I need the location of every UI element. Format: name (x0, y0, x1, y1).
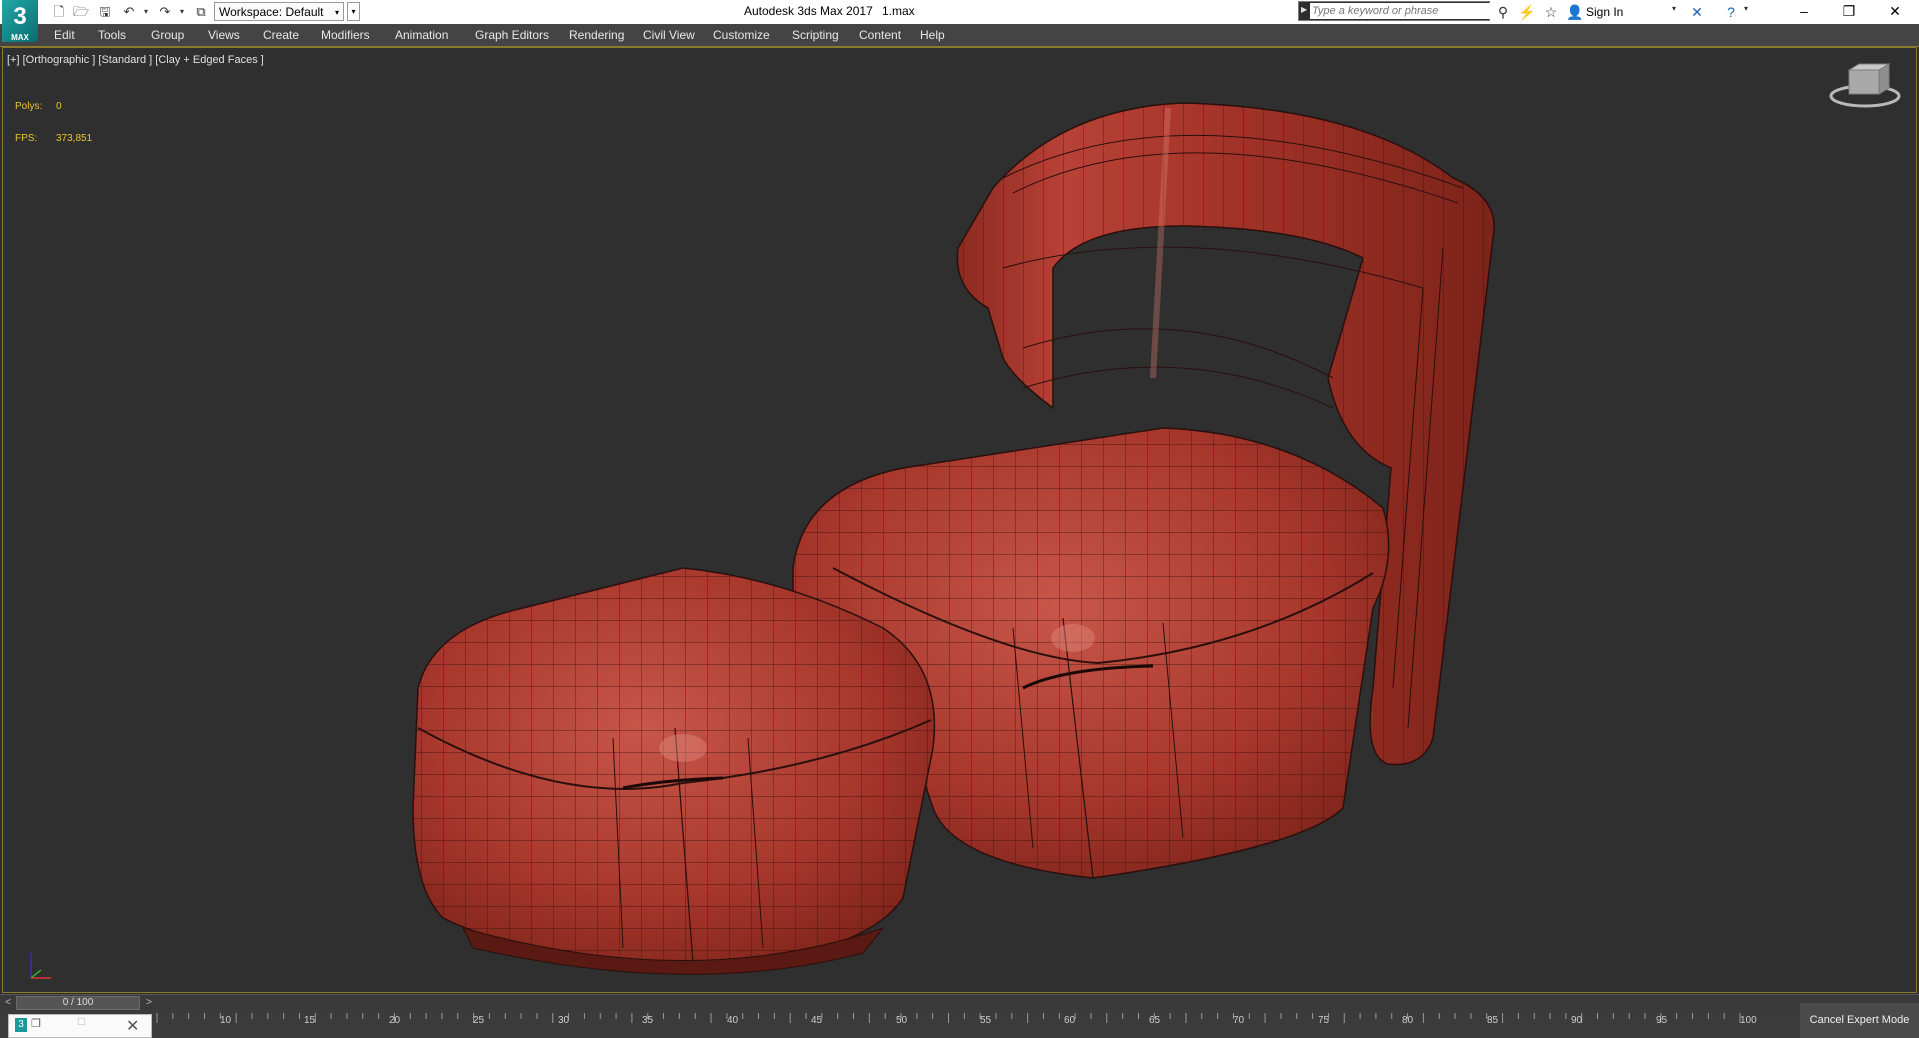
close-icon[interactable]: ✕ (1872, 0, 1918, 24)
tick-label: 90 (1571, 1015, 1583, 1026)
menu-create[interactable]: Create (263, 28, 299, 42)
app-logo-text: 3 (13, 3, 27, 30)
user-icon[interactable]: 👤 (1566, 3, 1584, 21)
time-slider-prev-button[interactable]: < (1, 996, 15, 1010)
help-icon[interactable]: ? (1722, 3, 1740, 21)
time-slider[interactable]: < 0 / 100 > (0, 994, 1919, 1011)
frame-counter: 0 / 100 (62, 997, 94, 1008)
restore-icon[interactable]: ❐ (1826, 0, 1872, 24)
title-bar: 3 MAX 🗋 🗁 🖫 ↶ ▾ ↷ ▾ ⧉ Workspace: Default… (0, 0, 1919, 42)
tick-label: 60 (1064, 1015, 1076, 1026)
help-dropdown-icon[interactable]: ▾ (1744, 4, 1748, 13)
window-title: Autodesk 3ds Max 2017 (744, 4, 873, 18)
menu-graph-editors[interactable]: Graph Editors (475, 28, 549, 42)
viewcube-icon[interactable] (1829, 63, 1901, 108)
tick-label: 65 (1149, 1015, 1161, 1026)
axis-tripod-icon (30, 953, 51, 979)
tick-label: 30 (558, 1015, 570, 1026)
redo-dropdown-icon[interactable]: ▾ (178, 3, 186, 21)
tick-label: 70 (1233, 1015, 1245, 1026)
tick-label: 85 (1487, 1015, 1499, 1026)
tick-label: 95 (1656, 1015, 1668, 1026)
menu-help[interactable]: Help (920, 28, 945, 42)
tick-label: 20 (389, 1015, 401, 1026)
menu-tools[interactable]: Tools (98, 28, 126, 42)
workspace-dropdown[interactable]: Workspace: Default ▾ (214, 2, 344, 21)
sign-in-dropdown-icon[interactable]: ▾ (1672, 4, 1676, 13)
menu-modifiers[interactable]: Modifiers (321, 28, 370, 42)
chevron-down-icon: ▾ (334, 8, 339, 17)
exchange-icon[interactable]: ✕ (1688, 3, 1706, 21)
menu-content[interactable]: Content (859, 28, 901, 42)
search-input[interactable] (1310, 3, 1492, 19)
tick-label: 35 (642, 1015, 654, 1026)
menu-rendering[interactable]: Rendering (569, 28, 624, 42)
communication-icon[interactable]: ⚡ (1518, 3, 1536, 21)
viewport-orthographic[interactable]: [+] [Orthographic ] [Standard ] [Clay + … (2, 47, 1917, 993)
menu-group[interactable]: Group (151, 28, 184, 42)
tick-label: 45 (811, 1015, 823, 1026)
time-slider-thumb[interactable]: 0 / 100 (16, 996, 140, 1010)
new-file-icon[interactable]: 🗋 (50, 3, 68, 21)
tick-label: 40 (727, 1015, 739, 1026)
workspace-label: Workspace: Default (219, 5, 324, 19)
binoculars-icon[interactable]: ⚲ (1494, 3, 1512, 21)
app-logo[interactable]: 3 MAX (2, 0, 38, 42)
menu-views[interactable]: Views (208, 28, 240, 42)
tick-label: 15 (304, 1015, 316, 1026)
tick-label: 80 (1402, 1015, 1414, 1026)
minimize-icon[interactable]: – (1781, 0, 1827, 24)
ottoman[interactable] (412, 567, 936, 975)
search-expand-icon[interactable]: ▶ (1301, 5, 1307, 14)
quick-access-customize-button[interactable]: ▾ (347, 2, 360, 21)
tick-label: 10 (220, 1015, 232, 1026)
undo-dropdown-icon[interactable]: ▾ (142, 3, 150, 21)
tick-label: 25 (473, 1015, 485, 1026)
cancel-expert-mode-button[interactable]: Cancel Expert Mode (1800, 1003, 1919, 1038)
tick-label: 55 (980, 1015, 992, 1026)
menu-animation[interactable]: Animation (395, 28, 448, 42)
app-logo-sub: MAX (11, 33, 29, 42)
redo-icon[interactable]: ↷ (156, 3, 174, 21)
menu-bar: Edit Tools Group Views Create Modifiers … (0, 24, 1919, 47)
star-icon[interactable]: ☆ (1542, 3, 1560, 21)
menu-civil-view[interactable]: Civil View (643, 28, 695, 42)
project-folder-icon[interactable]: ⧉ (192, 3, 210, 21)
save-icon[interactable]: 🖫 (96, 3, 114, 21)
cancel-expert-mode-label: Cancel Expert Mode (1809, 1014, 1910, 1026)
sign-in-link[interactable]: Sign In (1586, 5, 1623, 19)
tick-label: 100 (1740, 1015, 1757, 1026)
undo-icon[interactable]: ↶ (120, 3, 138, 21)
tick-label: 50 (896, 1015, 908, 1026)
viewport-scene (30, 63, 1901, 979)
window-file-name: 1.max (882, 4, 915, 18)
time-slider-next-button[interactable]: > (142, 996, 156, 1010)
menu-edit[interactable]: Edit (54, 28, 75, 42)
open-file-icon[interactable]: 🗁 (72, 3, 90, 21)
search-box: ▶ (1298, 1, 1492, 21)
menu-scripting[interactable]: Scripting (792, 28, 839, 42)
menu-customize[interactable]: Customize (713, 28, 770, 42)
tick-label: 75 (1318, 1015, 1330, 1026)
